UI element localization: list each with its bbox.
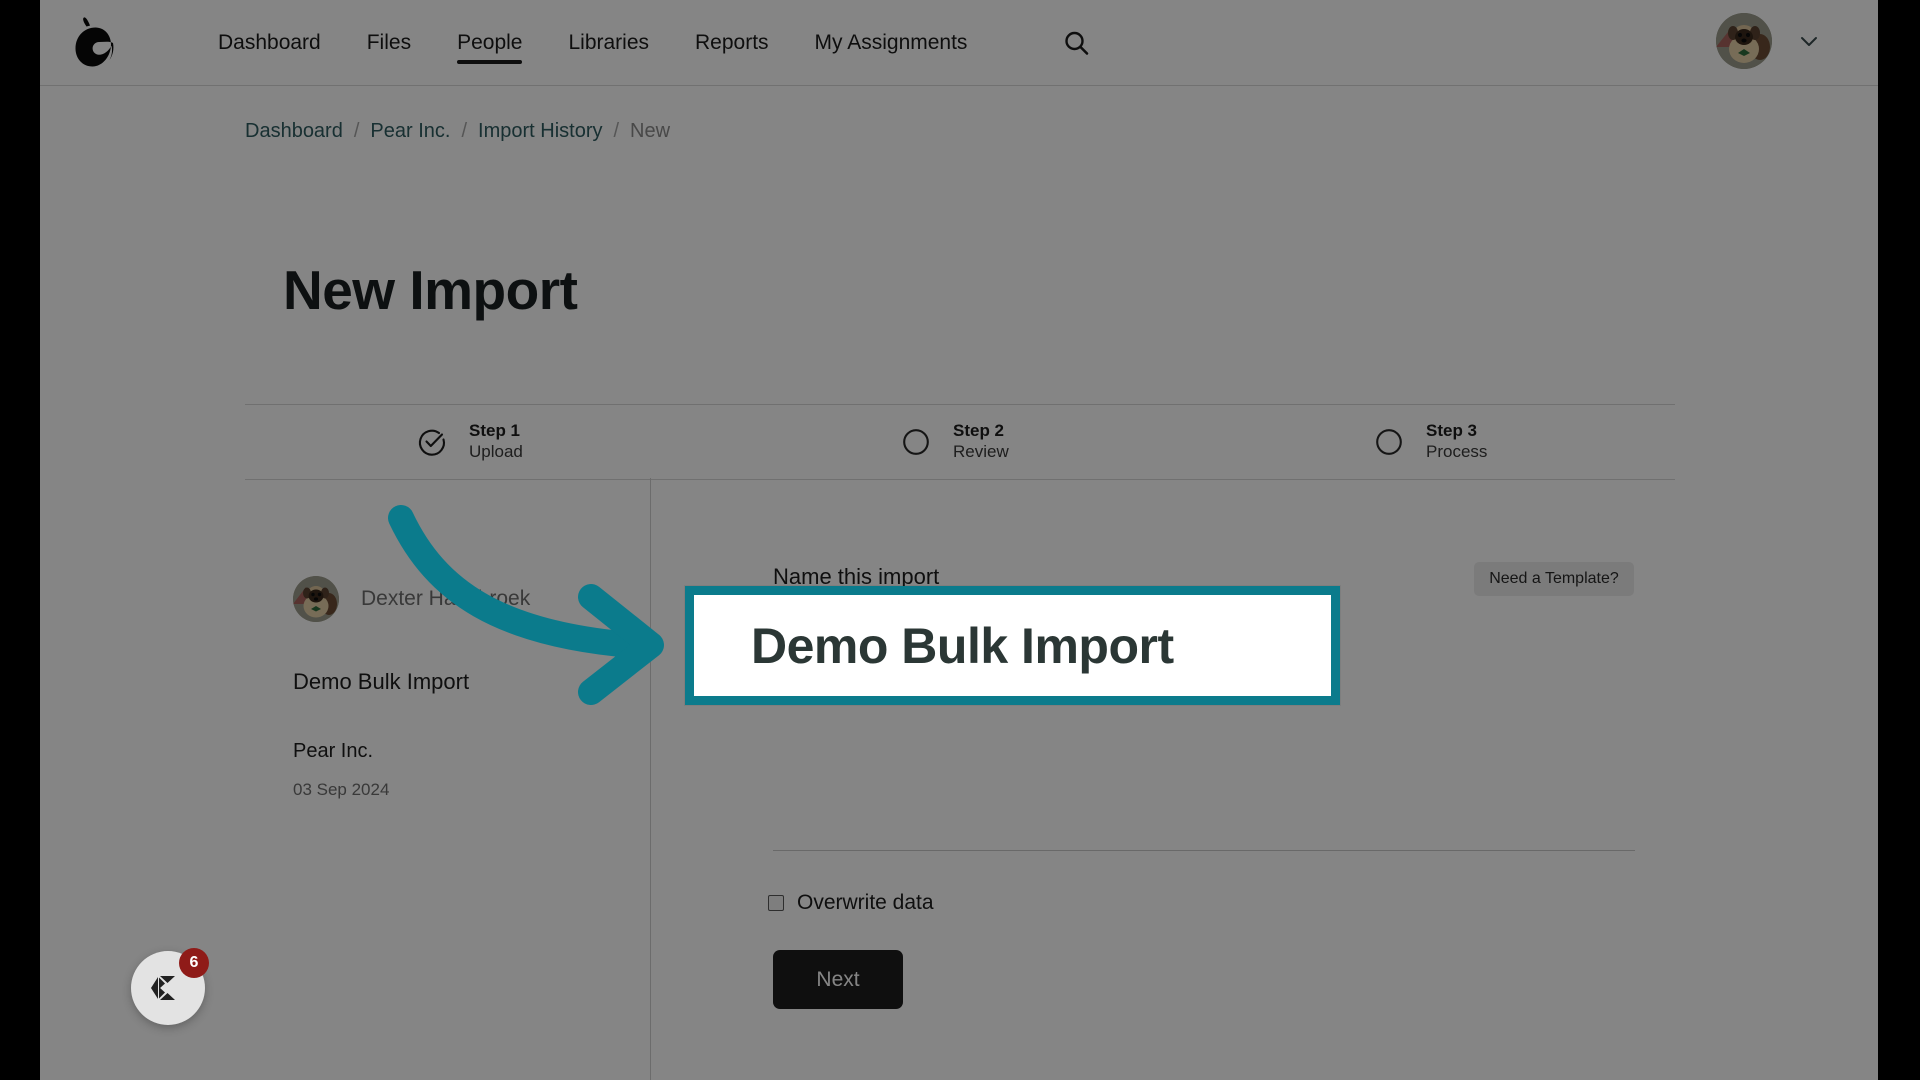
avatar[interactable] xyxy=(1716,13,1772,69)
next-button[interactable]: Next xyxy=(773,950,903,1009)
import-name-input-value: Demo Bulk Import xyxy=(751,617,1174,674)
overwrite-data-row[interactable]: Overwrite data xyxy=(768,891,934,915)
breadcrumb-separator: / xyxy=(353,120,360,142)
breadcrumb-item-new: New xyxy=(630,120,671,142)
stepper-step-title: Step 2 xyxy=(953,421,1005,441)
stepper: Step 1 Upload Step 2 Review Step 3 Proce… xyxy=(245,404,1675,480)
summary-date: 03 Sep 2024 xyxy=(293,780,390,799)
import-summary-panel: Dexter Haasbroek Demo Bulk Import Pear I… xyxy=(293,576,623,800)
page-body: Dashboard / Pear Inc. / Import History /… xyxy=(40,86,1878,1080)
stepper-step-2-text: Step 2 Review xyxy=(953,421,1009,463)
circle-icon xyxy=(1374,427,1404,457)
circle-icon xyxy=(901,427,931,457)
breadcrumb-separator: / xyxy=(461,120,468,142)
form-divider xyxy=(773,850,1635,851)
breadcrumb-item-pear-inc[interactable]: Pear Inc. xyxy=(370,120,450,143)
owner-name: Dexter Haasbroek xyxy=(361,587,531,610)
owner-row: Dexter Haasbroek xyxy=(293,576,623,622)
nav-label: Files xyxy=(366,31,412,54)
stepper-step-subtitle: Upload xyxy=(469,442,523,461)
screen-frame: Dashboard Files People Libraries Reports… xyxy=(0,0,1920,1080)
nav-item-files[interactable]: Files xyxy=(344,0,434,86)
breadcrumb-item-dashboard[interactable]: Dashboard xyxy=(245,120,343,143)
summary-organisation: Pear Inc. xyxy=(293,740,374,762)
chevron-down-icon[interactable] xyxy=(1798,30,1820,52)
account-menu[interactable] xyxy=(1716,13,1820,69)
breadcrumb-item-import-history[interactable]: Import History xyxy=(478,120,602,143)
summary-import-name: Demo Bulk Import xyxy=(293,669,470,694)
search-icon[interactable] xyxy=(1060,27,1094,61)
stepper-step-1[interactable]: Step 1 Upload xyxy=(245,405,718,479)
stepper-step-3-text: Step 3 Process xyxy=(1426,421,1487,463)
page-title: New Import xyxy=(283,259,578,321)
stepper-step-title: Step 1 xyxy=(469,421,521,441)
breadcrumb: Dashboard / Pear Inc. / Import History /… xyxy=(245,120,670,143)
owner-avatar xyxy=(293,576,339,622)
help-widget[interactable]: 6 xyxy=(131,948,209,1025)
overwrite-data-checkbox[interactable] xyxy=(768,895,784,911)
nav-label: People xyxy=(457,31,523,54)
need-a-template-button[interactable]: Need a Template? xyxy=(1474,562,1634,596)
nav-item-libraries[interactable]: Libraries xyxy=(545,0,672,86)
help-badge-count: 6 xyxy=(179,948,209,978)
overwrite-data-label: Overwrite data xyxy=(797,891,934,914)
browser-page: Dashboard Files People Libraries Reports… xyxy=(40,0,1878,1080)
stepper-step-1-text: Step 1 Upload xyxy=(469,421,523,463)
stepper-step-subtitle: Process xyxy=(1426,442,1488,461)
nav-label: My Assignments xyxy=(814,31,968,54)
nav-label: Reports xyxy=(695,31,769,54)
breadcrumb-separator: / xyxy=(613,120,620,142)
nav-item-people[interactable]: People xyxy=(434,0,545,86)
import-name-input[interactable]: Demo Bulk Import xyxy=(685,586,1340,705)
stepper-step-title: Step 3 xyxy=(1426,421,1478,441)
stepper-step-subtitle: Review xyxy=(953,442,1009,461)
nav-item-my-assignments[interactable]: My Assignments xyxy=(792,0,991,86)
pear-logo-icon[interactable] xyxy=(65,14,123,72)
nav-item-reports[interactable]: Reports xyxy=(672,0,792,86)
stepper-step-3[interactable]: Step 3 Process xyxy=(1202,405,1675,479)
stepper-step-2[interactable]: Step 2 Review xyxy=(718,405,1202,479)
nav-item-dashboard[interactable]: Dashboard xyxy=(195,0,344,86)
check-circle-icon xyxy=(417,427,447,457)
top-navigation-bar: Dashboard Files People Libraries Reports… xyxy=(40,0,1878,86)
nav-links: Dashboard Files People Libraries Reports… xyxy=(195,0,990,86)
vertical-divider xyxy=(650,478,651,1080)
nav-label: Libraries xyxy=(568,31,650,54)
nav-label: Dashboard xyxy=(218,31,321,54)
